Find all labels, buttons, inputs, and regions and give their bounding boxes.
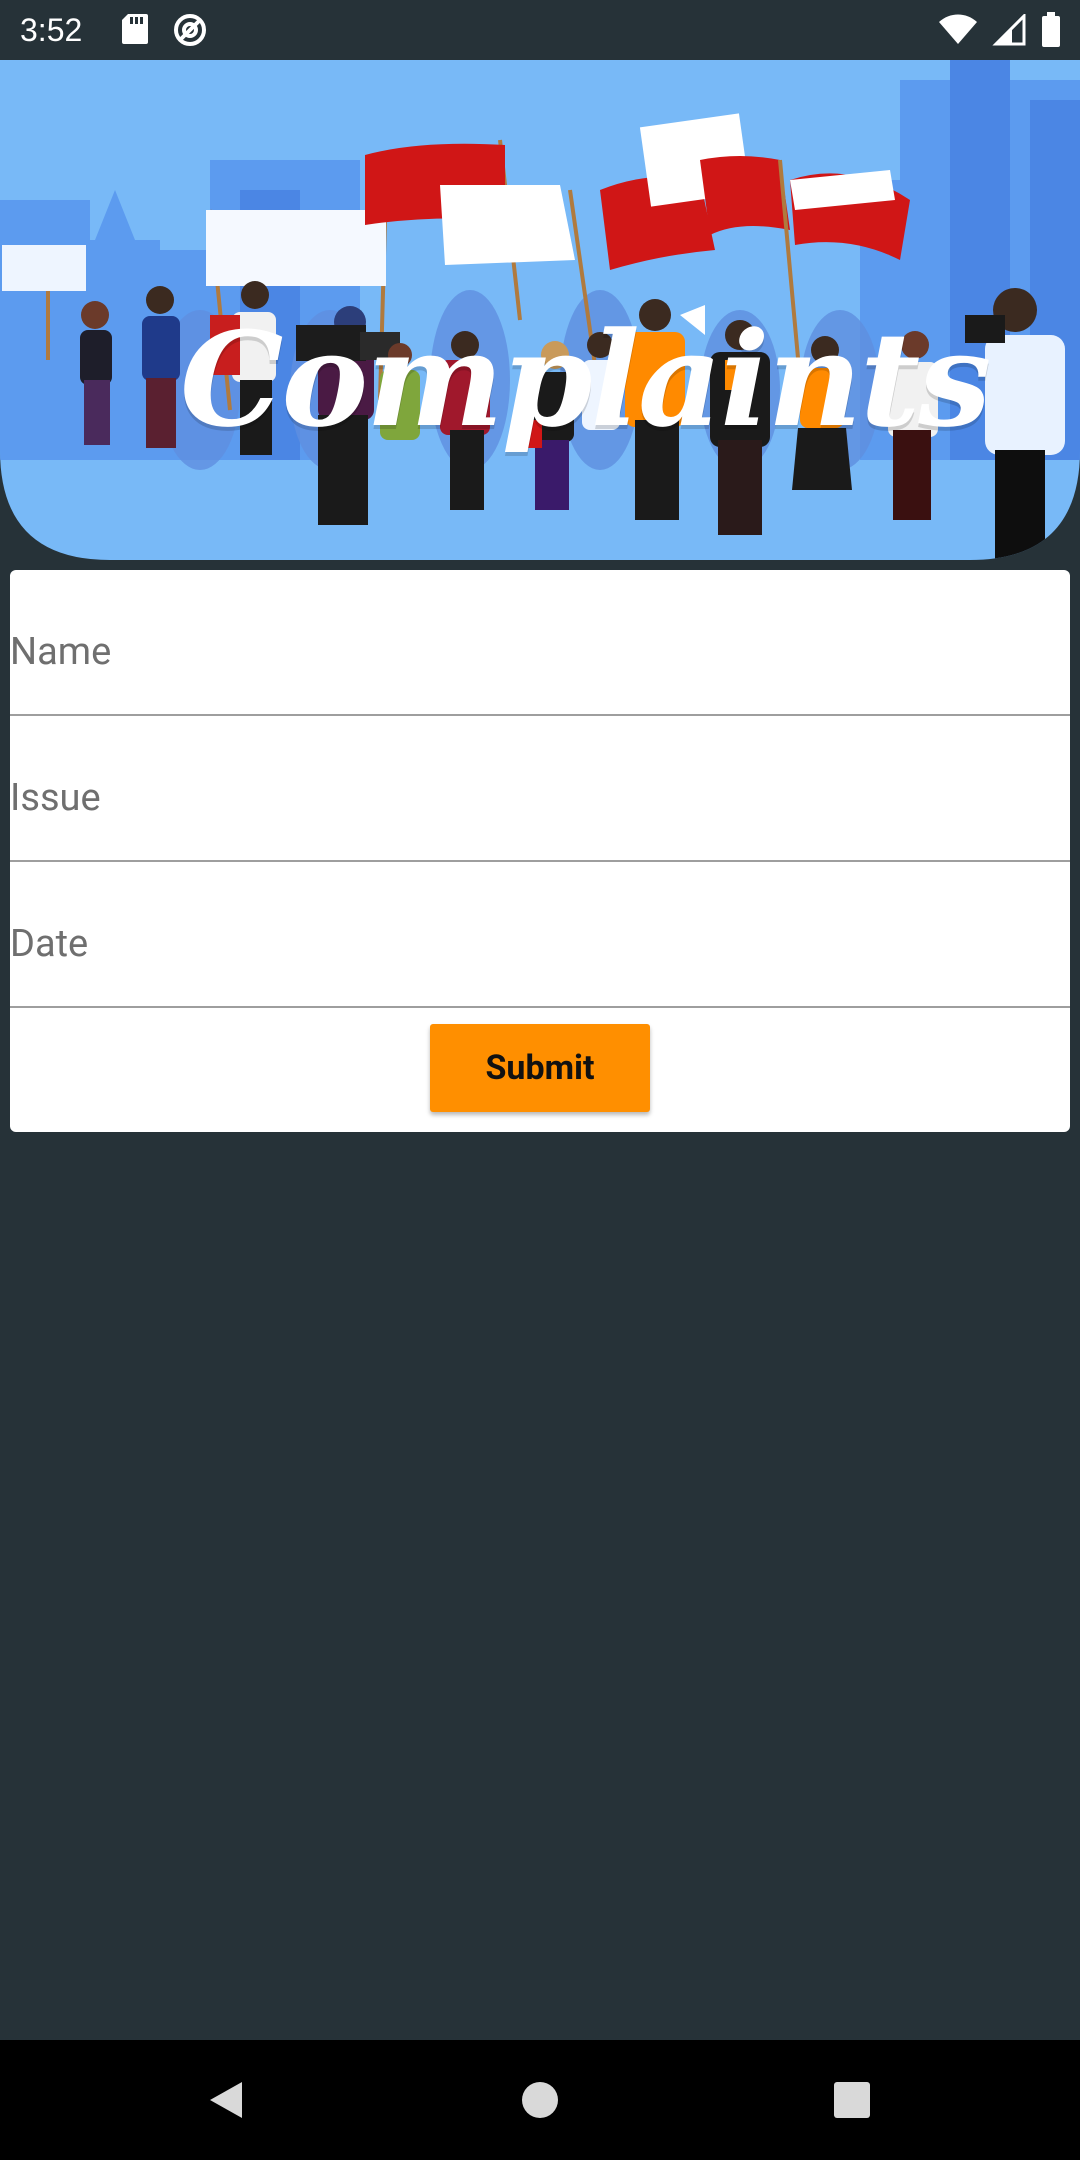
status-bar: 3:52 xyxy=(0,0,1080,60)
home-icon xyxy=(522,2082,558,2118)
status-time: 3:52 xyxy=(20,12,83,48)
signal-icon xyxy=(992,12,1026,50)
banner-title: Complaints xyxy=(180,303,991,456)
issue-field-container xyxy=(10,716,1070,862)
navigation-bar xyxy=(0,2040,1080,2160)
date-field-container xyxy=(10,862,1070,1008)
issue-field[interactable] xyxy=(10,716,1070,860)
date-field[interactable] xyxy=(10,862,1070,1006)
battery-icon xyxy=(1040,12,1062,52)
status-left-icons xyxy=(120,12,208,52)
submit-button[interactable]: Submit xyxy=(430,1024,650,1112)
name-field[interactable] xyxy=(10,570,1070,714)
data-saver-icon xyxy=(172,12,208,52)
complaint-form: Submit xyxy=(10,570,1070,1132)
back-button[interactable] xyxy=(190,2064,262,2136)
wifi-icon xyxy=(938,14,978,50)
status-right-icons xyxy=(938,12,1062,52)
name-field-container xyxy=(10,570,1070,716)
submit-row: Submit xyxy=(10,1008,1070,1132)
recents-icon xyxy=(834,2082,870,2118)
complaints-banner: Complaints xyxy=(0,60,1080,560)
home-button[interactable] xyxy=(504,2064,576,2136)
sd-card-icon xyxy=(120,12,150,52)
recents-button[interactable] xyxy=(816,2064,888,2136)
back-icon xyxy=(210,2082,242,2118)
